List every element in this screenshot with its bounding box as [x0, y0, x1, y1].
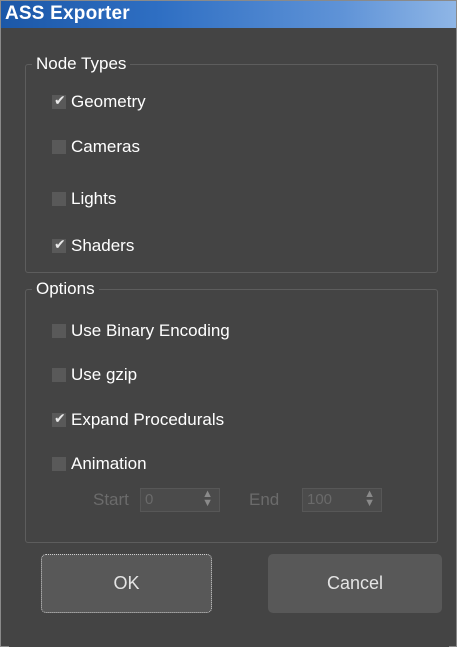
shaders-checkbox[interactable]: ✔ Shaders — [52, 235, 134, 257]
cameras-label: Cameras — [71, 137, 140, 156]
check-icon: ✔ — [54, 93, 66, 109]
shaders-check-box[interactable]: ✔ — [52, 237, 66, 253]
animation-checkbox[interactable]: Animation — [52, 453, 147, 475]
lights-checkbox[interactable]: Lights — [52, 188, 116, 210]
start-label: Start — [93, 490, 129, 509]
ok-button[interactable]: OK — [41, 554, 212, 613]
shaders-label: Shaders — [71, 236, 135, 255]
geometry-check-box[interactable]: ✔ — [52, 93, 66, 109]
cameras-check-box[interactable] — [52, 140, 66, 154]
binary-encoding-checkbox[interactable]: Use Binary Encoding — [52, 320, 230, 342]
gzip-checkbox[interactable]: Use gzip — [52, 364, 137, 386]
lights-label: Lights — [71, 189, 117, 208]
window-title: ASS Exporter — [5, 3, 130, 24]
animation-label: Animation — [71, 454, 147, 473]
lights-check-box[interactable] — [52, 192, 66, 206]
gzip-check-box[interactable] — [52, 368, 66, 382]
end-label: End — [249, 490, 280, 509]
dialog-body: Node Types ✔ Geometry Cameras Lights ✔ S… — [9, 29, 449, 647]
spin-down-icon[interactable]: ▼ — [202, 497, 213, 509]
binary-encoding-check-box[interactable] — [52, 324, 66, 338]
geometry-checkbox[interactable]: ✔ Geometry — [52, 91, 146, 113]
spinner-arrows-icon[interactable]: ▲ ▼ — [364, 489, 375, 509]
spin-down-icon[interactable]: ▼ — [364, 497, 375, 509]
node-types-group: Node Types ✔ Geometry Cameras Lights ✔ S… — [25, 54, 438, 273]
title-bar[interactable]: ASS Exporter — [1, 1, 456, 28]
expand-procedurals-label: Expand Procedurals — [71, 410, 225, 429]
options-legend: Options — [32, 279, 99, 299]
cancel-button[interactable]: Cancel — [268, 554, 442, 613]
options-group: Options Use Binary Encoding Use gzip ✔ E… — [25, 279, 438, 543]
gzip-label: Use gzip — [71, 365, 138, 384]
start-spinner[interactable]: 0 ▲ ▼ — [140, 488, 220, 512]
start-value: 0 — [145, 491, 154, 508]
geometry-label: Geometry — [71, 92, 146, 111]
end-value: 100 — [307, 491, 333, 508]
animation-check-box[interactable] — [52, 457, 66, 471]
check-icon: ✔ — [54, 411, 66, 427]
exporter-window: ASS Exporter Node Types ✔ Geometry Camer… — [0, 0, 457, 647]
spinner-arrows-icon[interactable]: ▲ ▼ — [202, 489, 213, 509]
cameras-checkbox[interactable]: Cameras — [52, 136, 140, 158]
expand-procedurals-checkbox[interactable]: ✔ Expand Procedurals — [52, 409, 224, 431]
binary-encoding-label: Use Binary Encoding — [71, 321, 230, 340]
node-types-legend: Node Types — [32, 54, 131, 74]
check-icon: ✔ — [54, 237, 66, 253]
expand-procedurals-check-box[interactable]: ✔ — [52, 411, 66, 427]
end-spinner[interactable]: 100 ▲ ▼ — [302, 488, 382, 512]
